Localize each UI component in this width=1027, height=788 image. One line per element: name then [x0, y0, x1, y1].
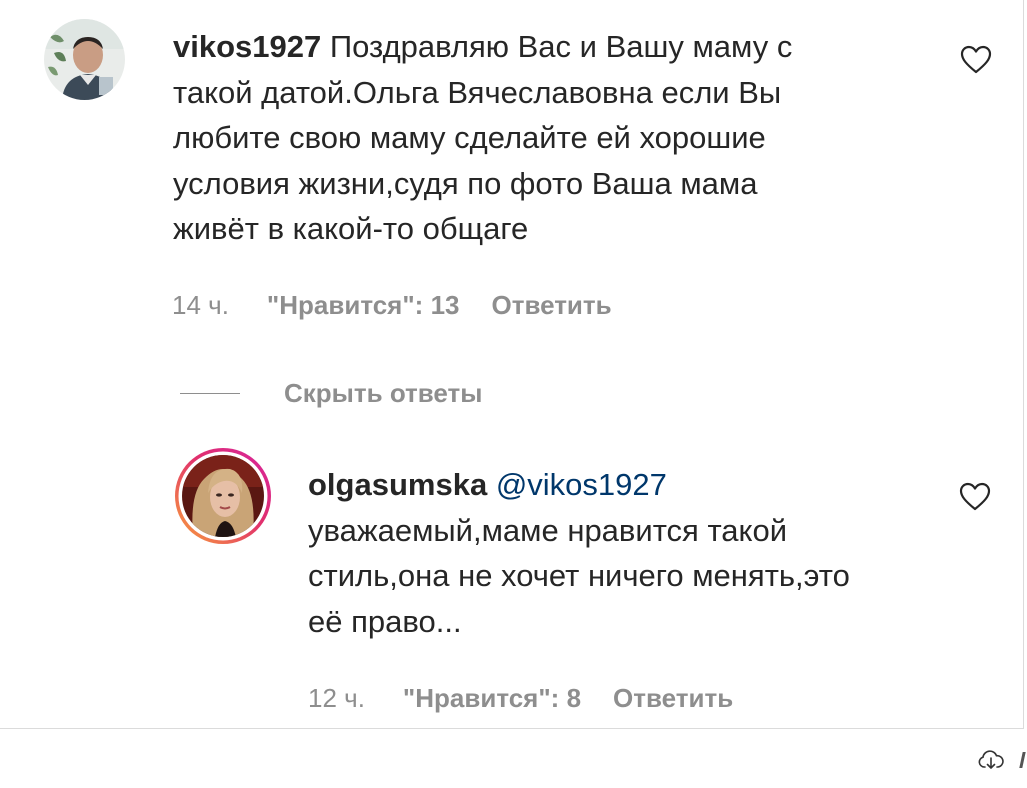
reply-meta: 12 ч. "Нравится": 8 Ответить [308, 683, 733, 714]
avatar-vikos1927[interactable] [44, 19, 125, 100]
heart-icon[interactable] [959, 482, 991, 512]
download-icon[interactable] [978, 749, 1004, 771]
comment-time[interactable]: 14 ч. [172, 290, 229, 321]
hide-replies-divider [180, 393, 240, 394]
avatar-olgasumska[interactable] [174, 447, 272, 545]
reply-likes[interactable]: "Нравится": 8 [403, 683, 581, 714]
reply-mention[interactable]: @vikos1927 [496, 467, 667, 502]
reply-reply-button[interactable]: Ответить [613, 683, 733, 714]
reply-username[interactable]: olgasumska [308, 467, 487, 502]
comment-thread: vikos1927 Поздравляю Вас и Вашу маму с т… [0, 0, 1024, 729]
comment-body: vikos1927 Поздравляю Вас и Вашу маму с т… [173, 24, 913, 252]
comment-likes[interactable]: "Нравится": 13 [267, 290, 460, 321]
comment-reply-button[interactable]: Ответить [491, 290, 611, 321]
reply-time[interactable]: 12 ч. [308, 683, 365, 714]
hide-replies-button[interactable]: Скрыть ответы [180, 378, 482, 409]
reply-text: уважаемый,маме нравится такой стиль,она … [308, 512, 850, 639]
reply-body: olgasumska @vikos1927 уважаемый,маме нра… [308, 462, 948, 644]
heart-icon[interactable] [960, 45, 992, 75]
comment-meta: 14 ч. "Нравится": 13 Ответить [172, 290, 612, 321]
cursor-fragment [1019, 752, 1026, 768]
hide-replies-label: Скрыть ответы [284, 378, 483, 408]
comment-username[interactable]: vikos1927 [173, 29, 321, 64]
